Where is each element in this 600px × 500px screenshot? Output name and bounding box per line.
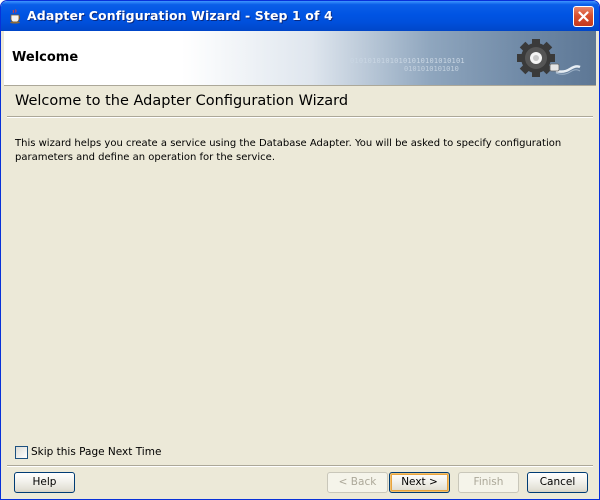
title-bar[interactable]: Adapter Configuration Wizard - Step 1 of… bbox=[1, 1, 599, 31]
close-button[interactable] bbox=[573, 6, 594, 27]
next-button[interactable]: Next > bbox=[389, 472, 450, 493]
skip-page-checkbox[interactable] bbox=[15, 446, 28, 459]
binary-decoration: 01010101010101010101010101 bbox=[350, 57, 465, 65]
button-divider bbox=[7, 465, 593, 467]
help-button[interactable]: Help bbox=[14, 472, 75, 493]
cancel-button[interactable]: Cancel bbox=[527, 472, 588, 493]
gear-plug-icon bbox=[512, 35, 582, 83]
header-banner: Welcome 01010101010101010101010101 01010… bbox=[4, 31, 596, 86]
content-panel: Welcome to the Adapter Configuration Wiz… bbox=[4, 86, 596, 436]
back-button[interactable]: < Back bbox=[327, 472, 388, 493]
heading-divider bbox=[7, 116, 593, 118]
skip-page-label[interactable]: Skip this Page Next Time bbox=[31, 446, 161, 458]
page-title: Welcome bbox=[12, 50, 79, 65]
coffee-cup-icon bbox=[7, 8, 23, 24]
close-x-icon bbox=[578, 11, 589, 22]
description-text: This wizard helps you create a service u… bbox=[15, 138, 562, 163]
welcome-heading: Welcome to the Adapter Configuration Wiz… bbox=[15, 93, 349, 109]
binary-decoration-2: 0101010101010 bbox=[404, 65, 459, 73]
wizard-window: Adapter Configuration Wizard - Step 1 of… bbox=[0, 0, 600, 500]
window-title: Adapter Configuration Wizard - Step 1 of… bbox=[27, 8, 333, 23]
finish-button[interactable]: Finish bbox=[458, 472, 519, 493]
